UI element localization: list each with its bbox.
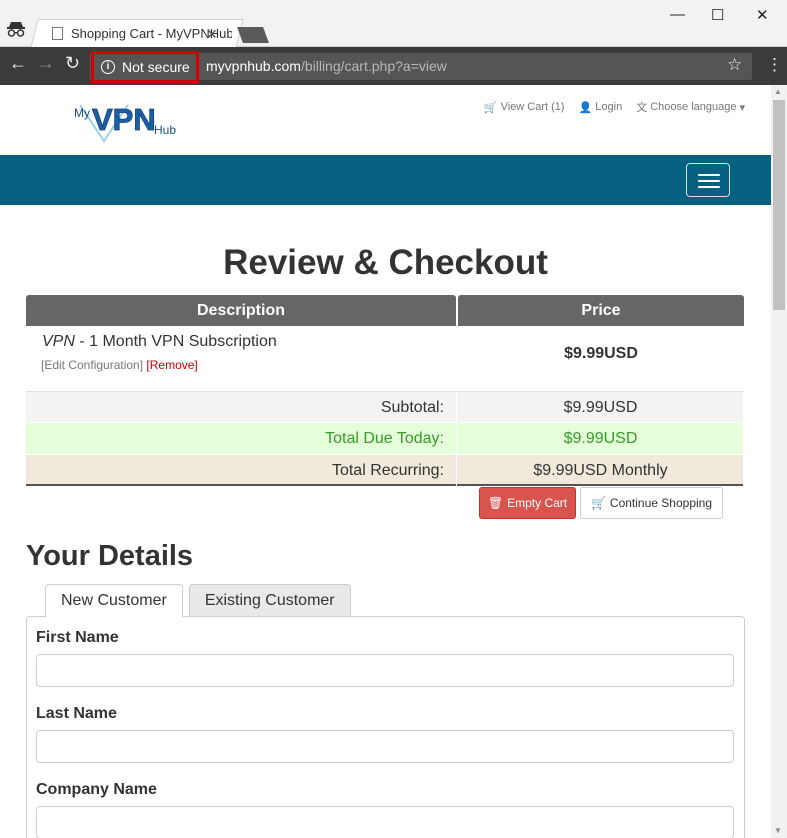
scrollbar-thumb[interactable] — [773, 100, 785, 310]
page-title: Review & Checkout — [223, 243, 548, 282]
total-due-label: Total Due Today: — [26, 423, 457, 454]
url-text[interactable]: myvpnhub.com/billing/cart.php?a=view — [206, 58, 447, 74]
company-name-label: Company Name — [36, 781, 157, 798]
view-cart-label: View Cart (1) — [500, 101, 565, 113]
subtotal-label: Subtotal: — [26, 392, 457, 423]
info-icon: i — [101, 60, 115, 74]
menu-kebab-icon[interactable]: ⋮ — [766, 55, 783, 75]
window-close-icon[interactable]: ✕ — [756, 6, 769, 24]
remove-item-link[interactable]: [Remove] — [146, 358, 197, 372]
your-details-heading: Your Details — [26, 540, 194, 572]
url-host: myvpnhub.com — [206, 58, 301, 74]
new-tab-button[interactable] — [237, 27, 269, 43]
scroll-up-icon[interactable]: ▲ — [774, 87, 782, 96]
edit-configuration-link[interactable]: [Edit Configuration] — [41, 358, 143, 372]
first-name-label: First Name — [36, 629, 119, 646]
column-header-price: Price — [458, 295, 744, 326]
product-group: VPN — [42, 333, 75, 350]
close-tab-icon[interactable]: ✕ — [206, 26, 218, 43]
login-label: Login — [595, 101, 623, 113]
caret-down-icon: ▾ — [739, 101, 745, 114]
security-label: Not secure — [122, 59, 190, 75]
company-name-input[interactable] — [36, 806, 734, 838]
recurring-row: Total Recurring: $9.99USD Monthly — [26, 455, 744, 486]
top-nav: 🛒 View Cart (1) 👤 Login 文 Choose language ▾ — [484, 99, 745, 115]
last-name-input[interactable] — [36, 730, 734, 763]
maximize-icon[interactable]: ☐ — [711, 6, 724, 24]
empty-cart-button[interactable]: 🗑 Empty Cart — [479, 487, 576, 519]
trash-icon: 🗑 — [487, 496, 504, 510]
language-dropdown[interactable]: 文 Choose language ▾ — [636, 99, 745, 115]
language-label: Choose language — [650, 101, 737, 113]
total-due-value: $9.99USD — [458, 423, 744, 454]
empty-cart-label: Empty Cart — [507, 496, 568, 510]
incognito-icon — [7, 22, 25, 37]
continue-shopping-button[interactable]: 🛒 Continue Shopping — [580, 487, 723, 519]
subtotal-value: $9.99USD — [458, 392, 744, 423]
continue-shopping-label: Continue Shopping — [609, 496, 713, 510]
page-icon — [52, 27, 63, 40]
reload-icon[interactable]: ↻ — [65, 53, 80, 74]
browser-tab-content: Shopping Cart - MyVPNHub — [52, 19, 232, 48]
user-icon: 👤 — [578, 101, 593, 114]
forward-icon[interactable]: → — [37, 53, 55, 74]
cart-icon: 🛒 — [483, 101, 498, 114]
subtotal-row: Subtotal: $9.99USD — [26, 391, 744, 423]
main-navbar — [0, 155, 771, 205]
column-header-description: Description — [26, 295, 456, 326]
bookmark-star-icon[interactable]: ☆ — [727, 55, 742, 75]
recurring-label: Total Recurring: — [26, 455, 457, 486]
language-icon: 文 — [636, 102, 648, 114]
svg-text:My: My — [74, 106, 90, 120]
security-indicator[interactable]: i Not secure — [91, 51, 199, 83]
tab-existing-customer[interactable]: Existing Customer — [188, 584, 351, 617]
site-logo[interactable]: My VPN Hub — [72, 97, 182, 143]
scroll-down-icon[interactable]: ▼ — [774, 826, 782, 835]
cart-item-title: VPN - 1 Month VPN Subscription — [42, 333, 277, 351]
cart-icon: 🛒 — [590, 496, 606, 510]
tab-new-customer[interactable]: New Customer — [45, 584, 183, 618]
back-icon[interactable]: ← — [9, 53, 27, 74]
svg-text:Hub: Hub — [154, 123, 176, 137]
cart-item-price: $9.99USD — [564, 345, 638, 362]
first-name-input[interactable] — [36, 654, 734, 687]
customer-tabs: New Customer Existing Customer — [45, 584, 351, 618]
cart-item-links: [Edit Configuration] [Remove] — [41, 358, 198, 372]
last-name-label: Last Name — [36, 705, 117, 722]
total-due-row: Total Due Today: $9.99USD — [26, 423, 744, 454]
login-link[interactable]: 👤 Login — [579, 99, 623, 115]
view-cart-link[interactable]: 🛒 View Cart (1) — [484, 99, 565, 115]
product-name: - 1 Month VPN Subscription — [74, 333, 277, 350]
url-path: /billing/cart.php?a=view — [300, 58, 447, 74]
details-form-panel — [26, 616, 745, 838]
minimize-icon[interactable]: — — [670, 6, 685, 23]
web-page: My VPN Hub 🛒 View Cart (1) 👤 Login 文 Choose… — [0, 85, 771, 838]
recurring-value: $9.99USD Monthly — [458, 455, 744, 486]
hamburger-menu-button[interactable] — [686, 163, 730, 197]
svg-text:VPN: VPN — [92, 102, 156, 137]
